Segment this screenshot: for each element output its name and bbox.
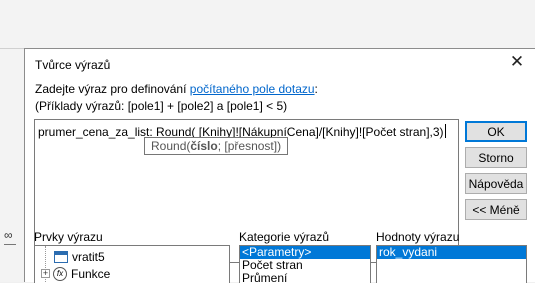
list-item[interactable]: Průmení	[240, 272, 370, 283]
expression-elements-tree[interactable]: vratit5 + fx Funkce	[34, 245, 230, 283]
background-window	[0, 0, 535, 48]
background-link-icon: ∞	[4, 228, 13, 242]
instruction-suffix: :	[314, 82, 318, 96]
background-tick	[4, 244, 16, 245]
expression-builder-dialog: Tvůrce výrazů ✕ Zadejte výraz pro defino…	[24, 48, 535, 283]
expression-values-list[interactable]: rok_vydani	[376, 245, 527, 283]
categories-label: Kategorie výrazů	[239, 230, 330, 244]
background-left-strip	[0, 49, 24, 282]
instruction-prefix: Zadejte výraz pro definování	[35, 82, 190, 96]
less-button[interactable]: << Méně	[465, 199, 527, 220]
tree-item[interactable]: vratit5	[54, 248, 105, 265]
instruction-text: Zadejte výraz pro definování počítaného …	[35, 82, 318, 96]
help-button[interactable]: Nápověda	[465, 173, 527, 194]
expression-categories-list[interactable]: <Parametry> Počet stran Průmení	[239, 245, 371, 283]
calculated-field-link[interactable]: počítaného pole dotazu	[190, 82, 315, 96]
table-icon	[54, 250, 68, 263]
dialog-title: Tvůrce výrazů	[35, 58, 111, 72]
cancel-button[interactable]: Storno	[465, 147, 527, 168]
values-label: Hodnoty výrazu	[376, 230, 460, 244]
tree-item-label: Funkce	[71, 266, 111, 281]
example-text: (Příklady výrazů: [pole1] + [pole2] a [p…	[35, 99, 288, 113]
close-icon[interactable]: ✕	[505, 51, 529, 73]
tree-item-label: vratit5	[72, 249, 105, 264]
function-icon: fx	[53, 266, 67, 281]
tree-item[interactable]: + fx Funkce	[41, 265, 110, 282]
tooltip-arg-bold: číslo	[190, 139, 218, 153]
expand-icon[interactable]: +	[41, 269, 50, 278]
text-caret	[444, 124, 446, 138]
tooltip-rest: ; [přesnost])	[217, 139, 282, 153]
ok-button[interactable]: OK	[465, 121, 527, 142]
tooltip-func: Round(	[151, 139, 191, 153]
elements-label: Prvky výrazu	[34, 230, 103, 244]
list-item[interactable]: rok_vydani	[377, 246, 526, 259]
function-signature-tooltip: Round(číslo; [přesnost])	[144, 137, 289, 155]
